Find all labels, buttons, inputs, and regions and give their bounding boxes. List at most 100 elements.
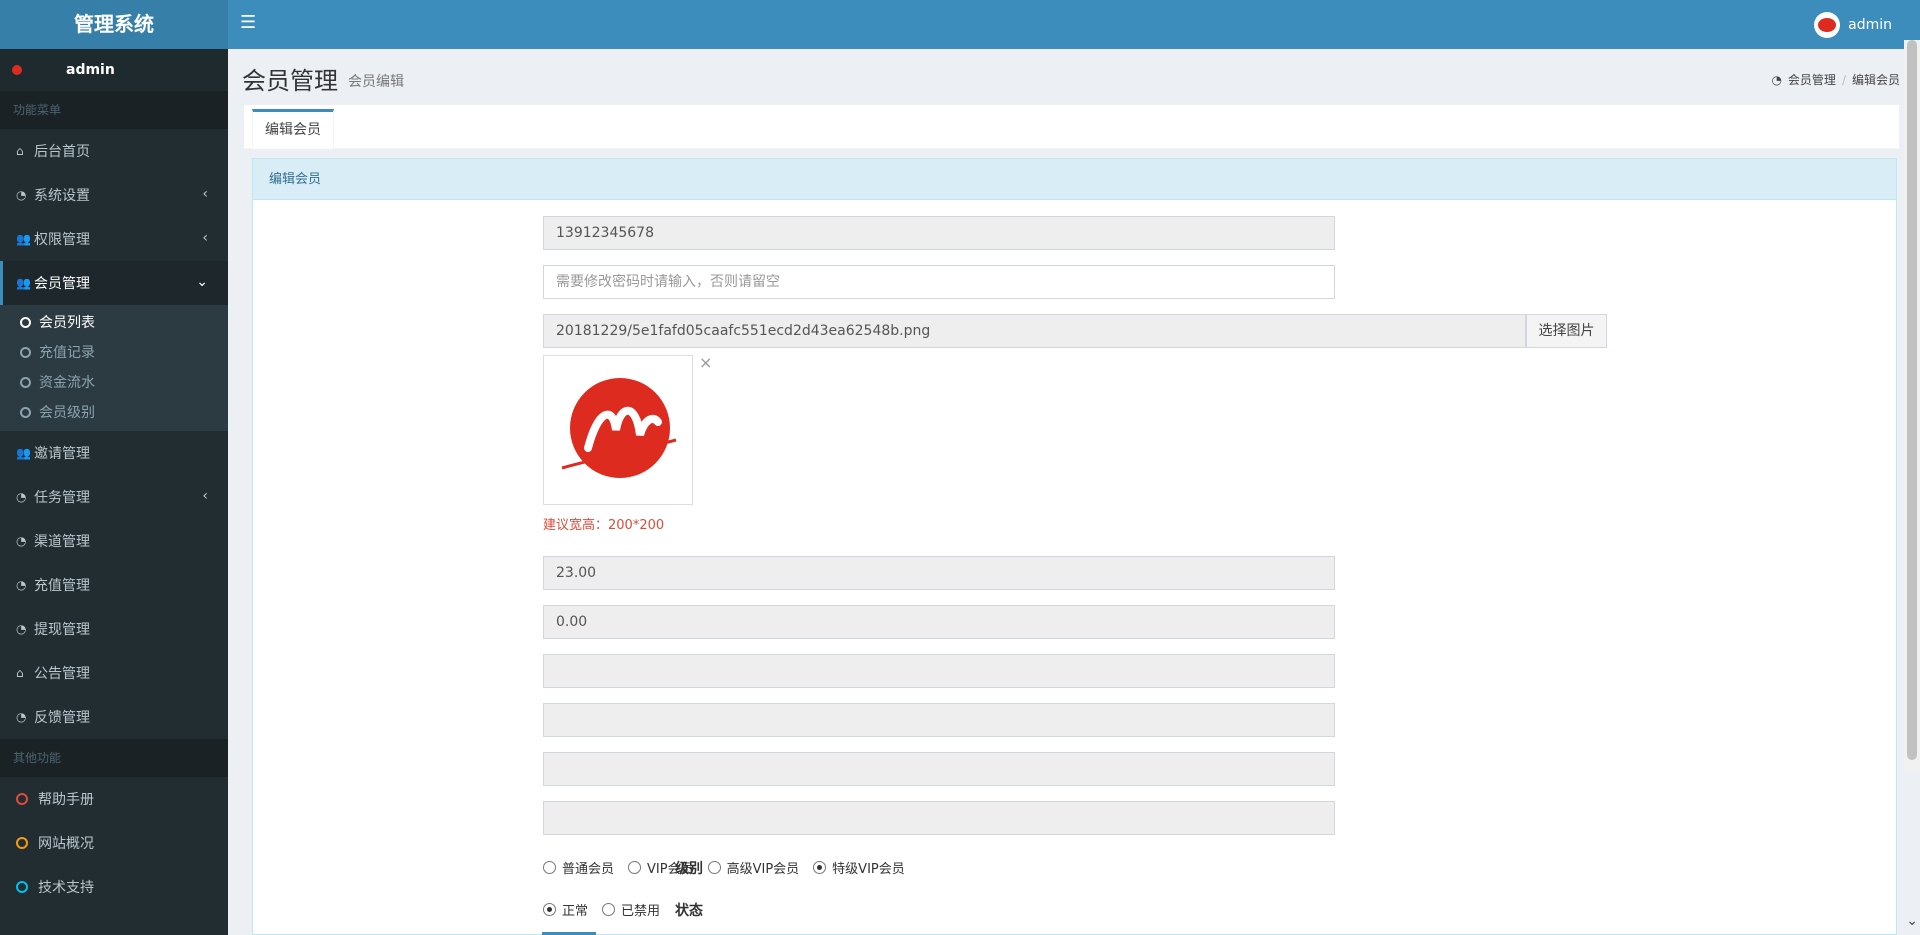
sidebar-item-members[interactable]: 👥 会员管理 ⌄ [0,261,228,305]
level-option-normal[interactable]: 普通会员 [543,858,614,877]
username-row: 用户名 13912345678 [253,216,1896,250]
radio-label: 高级VIP会员 [726,862,800,877]
subitem-label: 会员级别 [39,405,95,421]
sidebar-item-permissions[interactable]: 👥 权限管理 ‹ [0,217,228,261]
alipay-account-field [543,703,1335,737]
email-field [543,654,1335,688]
top-user-name: admin [1848,17,1892,33]
sidebar-item-label: 邀请管理 [34,446,90,462]
user-logo-icon [12,63,56,77]
sidebar-item-help[interactable]: 帮助手册 [0,777,228,821]
sidebar-item-label: 权限管理 [34,232,90,248]
circle-icon [20,376,31,388]
sidebar-item-withdraw[interactable]: ◔ 提现管理 [0,607,228,651]
points-field: 23.00 [543,556,1335,590]
circle-icon [20,316,31,328]
circle-icon [16,881,28,893]
sidebar-item-invites[interactable]: 👥 邀请管理 [0,431,228,475]
sidebar-subitem-recharge-records[interactable]: 充值记录 [0,337,228,367]
sidebar-item-label: 充值管理 [34,578,90,594]
chevron-left-icon: ‹ [202,186,208,202]
sidebar-item-label: 系统设置 [34,188,90,204]
page-title: 会员管理 [242,67,338,95]
level-option-senior-vip[interactable]: 高级VIP会员 [707,858,800,877]
page-scrollbar[interactable] [1904,40,1920,770]
tab-edit-member[interactable]: 编辑会员 [252,109,334,149]
radio-icon [543,903,556,916]
chevron-left-icon: ‹ [202,230,208,246]
dashboard-icon: ◔ [16,534,27,548]
sidebar-item-label: 公告管理 [34,666,90,682]
subitem-label: 充值记录 [39,345,95,361]
chevron-down-icon: ⌄ [196,274,208,290]
radio-label: VIP会员 [647,862,694,877]
circle-icon [20,406,31,418]
content-header: 会员管理 会员编辑 ◔ 会员管理 / 编辑会员 [228,49,1900,105]
sidebar-item-label: 提现管理 [34,622,90,638]
radio-icon [602,903,616,916]
panel-title: 编辑会员 [253,159,1896,200]
sidebar-item-recharge[interactable]: ◔ 充值管理 [0,563,228,607]
radio-icon [628,861,642,874]
edit-member-panel: 编辑会员 用户名 13912345678 新密码 需要修改密码时请输入，否则请留… [252,158,1897,935]
sidebar-item-label: 网站概况 [38,836,94,852]
sidebar-item-channels[interactable]: ◔ 渠道管理 [0,519,228,563]
avatar-row: 头像 20181229/5e1fafd05caafc551ecd2d43ea62… [253,314,1896,348]
radio-label: 特级VIP会员 [832,862,905,877]
avatar [1814,12,1841,38]
radio-icon [707,861,721,874]
radio-label: 已禁用 [621,904,661,919]
sidebar-item-overview[interactable]: 网站概况 [0,821,228,865]
chevron-left-icon: ‹ [202,488,208,504]
password-row: 新密码 需要修改密码时请输入，否则请留空 [253,265,1896,299]
sidebar-item-feedback[interactable]: ◔ 反馈管理 [0,695,228,739]
level-option-vip[interactable]: VIP会员 [628,858,694,877]
app-logo[interactable]: 管理系统 [0,0,228,49]
page-subtitle: 会员编辑 [348,74,404,90]
status-option-normal[interactable]: 正常 [543,900,588,919]
sidebar-subitem-fund-flow[interactable]: 资金流水 [0,367,228,397]
breadcrumb-link[interactable]: 会员管理 [1788,71,1836,88]
avatar-size-hint: 建议宽高：200*200 [543,518,665,533]
sidebar-toggle-icon[interactable]: ☰ [240,12,256,34]
user-panel: admin [0,49,228,91]
dashboard-icon: ◔ [1771,72,1782,87]
sidebar-user-name: admin [66,62,115,78]
alipay-name-field [543,752,1335,786]
sidebar-subitem-member-list[interactable]: 会员列表 [0,307,228,337]
top-navbar: 管理系统 ☰ admin [0,0,1920,49]
level-option-premium-vip[interactable]: 特级VIP会员 [813,858,905,877]
status-option-disabled[interactable]: 已禁用 [602,900,660,919]
avatar-path-field[interactable]: 20181229/5e1fafd05caafc551ecd2d43ea62548… [543,314,1526,348]
sidebar-item-label: 后台首页 [34,144,90,160]
tab-bar: 编辑会员 [244,105,1899,149]
sidebar-item-support[interactable]: 技术支持 [0,865,228,909]
status-row: 状态 正常 已禁用 [253,892,1896,926]
sidebar-item-home[interactable]: ⌂ 后台首页 [0,129,228,173]
breadcrumb-current: 编辑会员 [1851,73,1900,87]
balance-row: 余额 0.00 [253,605,1896,639]
scrollbar-thumb[interactable] [1907,40,1917,760]
sidebar-item-label: 会员管理 [34,276,90,292]
sidebar-item-settings[interactable]: ◔ 系统设置 ‹ [0,173,228,217]
balance-field: 0.00 [543,605,1335,639]
level-radio-group: 普通会员 VIP会员 高级VIP会员 特级VIP会员 [543,858,905,877]
sidebar: admin 功能菜单 ⌂ 后台首页 ◔ 系统设置 ‹ 👥 权限管理 ‹ 👥 会员… [0,49,228,935]
dashboard-icon: ◔ [16,490,27,504]
sidebar-item-notices[interactable]: ⌂ 公告管理 [0,651,228,695]
alipay-name-row: 支付宝姓名 [253,752,1896,786]
user-menu[interactable]: admin [1814,12,1892,38]
sidebar-item-tasks[interactable]: ◔ 任务管理 ‹ [0,475,228,519]
choose-image-button[interactable]: 选择图片 [1526,314,1607,348]
circle-icon [16,793,28,805]
sidebar-item-label: 任务管理 [34,490,90,506]
remove-image-icon[interactable]: × [699,353,712,372]
radio-icon [543,861,556,874]
scroll-down-icon[interactable]: ⌄ [1906,913,1918,929]
password-field[interactable]: 需要修改密码时请输入，否则请留空 [543,265,1335,299]
sidebar-subitem-member-levels[interactable]: 会员级别 [0,397,228,427]
status-radio-group: 正常 已禁用 [543,900,660,919]
avatar-thumbnail [543,355,693,505]
sidebar-item-label: 技术支持 [38,880,94,896]
points-row: 积分 23.00 [253,556,1896,590]
